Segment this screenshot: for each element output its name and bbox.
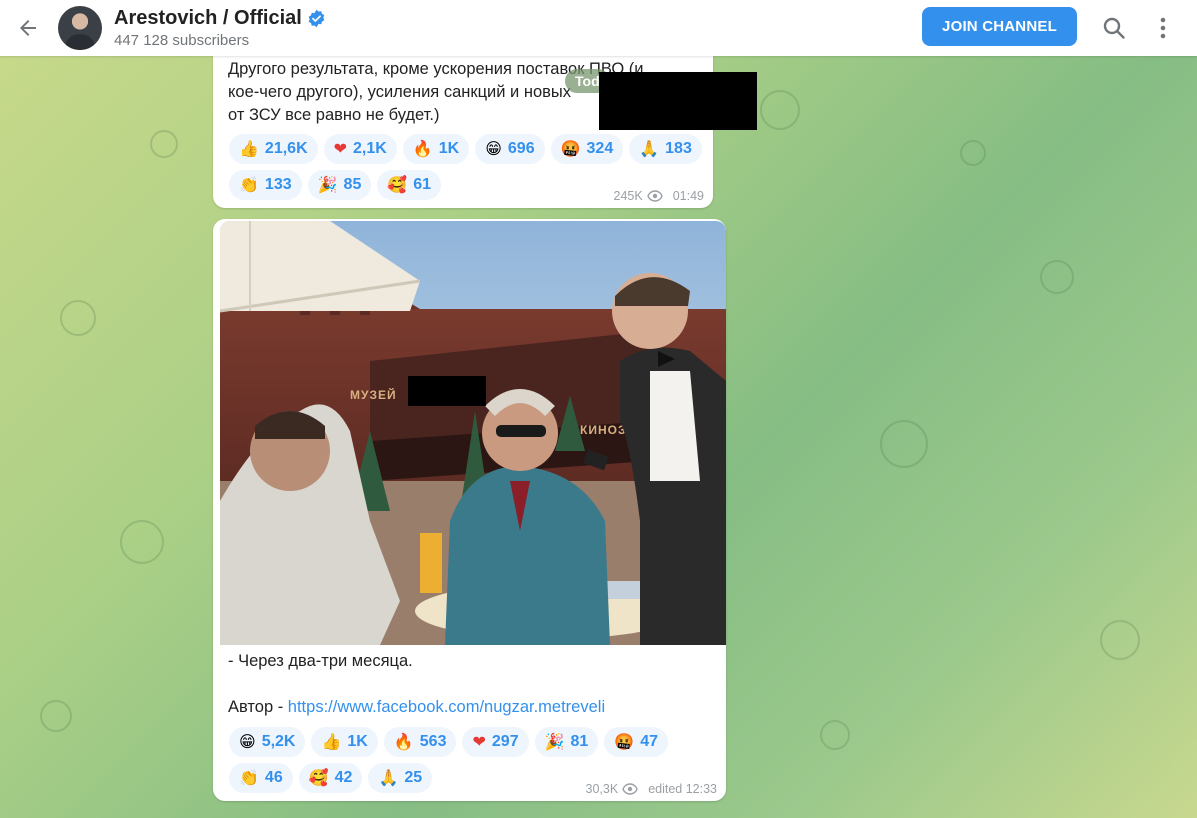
reaction-count: 2,1K xyxy=(353,140,387,157)
reaction-emoji: 🙏 xyxy=(639,139,660,158)
reaction-chip[interactable]: ❤ 297 xyxy=(462,727,529,757)
reaction-count: 297 xyxy=(491,733,519,750)
reaction-count: 563 xyxy=(419,733,447,750)
reaction-chip[interactable]: 🔥 1K xyxy=(402,134,470,164)
reaction-emoji: 🥰 xyxy=(308,768,329,787)
reaction-count: 183 xyxy=(665,140,692,157)
subscriber-count: 447 128 subscribers xyxy=(114,32,250,49)
channel-info[interactable]: Arestovich / Official 447 128 subscriber… xyxy=(114,7,326,49)
eye-icon xyxy=(622,783,638,795)
author-line: Автор - https://www.facebook.com/nugzar.… xyxy=(228,696,708,719)
reaction-chip[interactable]: 🔥 563 xyxy=(383,727,457,757)
reaction-emoji: 🙏 xyxy=(378,768,399,787)
reaction-emoji: ❤ xyxy=(472,732,486,751)
reaction-chip[interactable]: 👏 46 xyxy=(229,763,293,793)
view-count: 245K xyxy=(613,189,643,203)
reaction-chip[interactable]: 👍 21,6K xyxy=(229,134,318,164)
reaction-chip[interactable]: 🎉 81 xyxy=(534,727,599,757)
reaction-emoji: 🤬 xyxy=(614,732,635,751)
reaction-count: 21,6K xyxy=(264,140,308,157)
caption-text: - Через два-три месяца. xyxy=(228,652,413,670)
reaction-emoji: 🎉 xyxy=(544,732,565,751)
reaction-count: 5,2K xyxy=(261,733,296,750)
reaction-emoji: ❤ xyxy=(333,139,348,158)
reaction-count: 1K xyxy=(438,140,460,157)
reaction-chip[interactable]: 🥰 42 xyxy=(298,763,363,793)
reaction-chip[interactable]: ❤ 2,1K xyxy=(323,134,397,164)
reaction-emoji: 🎉 xyxy=(317,175,338,194)
reaction-chip[interactable]: 👏 133 xyxy=(229,170,302,200)
reaction-count: 46 xyxy=(264,769,283,786)
reaction-count: 42 xyxy=(334,769,353,786)
reaction-emoji: 🔥 xyxy=(412,139,433,158)
search-icon xyxy=(1103,17,1125,39)
search-button[interactable] xyxy=(1098,12,1130,44)
reaction-count: 1K xyxy=(347,733,368,750)
reaction-count: 61 xyxy=(413,176,432,193)
message-caption: - Через два-три месяца. Автор - https://… xyxy=(228,650,708,719)
reaction-count: 696 xyxy=(507,140,535,157)
reaction-chip[interactable]: 😁 696 xyxy=(475,134,545,164)
author-label: Автор - xyxy=(228,698,288,716)
author-link[interactable]: https://www.facebook.com/nugzar.metrevel… xyxy=(288,698,605,716)
reaction-emoji: 🤬 xyxy=(560,139,581,158)
view-count: 30,3K xyxy=(585,782,619,796)
message-time: 01:49 xyxy=(672,189,704,203)
more-options-button[interactable] xyxy=(1149,12,1177,44)
reaction-chip[interactable]: 🎉 85 xyxy=(307,170,372,200)
channel-avatar[interactable] xyxy=(58,6,102,50)
reaction-count: 85 xyxy=(343,176,362,193)
message-bubble: МУЗЕЙ КИНОЗАЛ - Через два-три месяца. Ав… xyxy=(213,219,726,801)
message-meta: 245K 01:49 xyxy=(614,189,704,203)
verified-badge-icon xyxy=(308,9,325,28)
reaction-emoji: 😁 xyxy=(485,139,502,158)
more-vertical-icon xyxy=(1160,17,1166,39)
reaction-emoji: 👏 xyxy=(239,768,259,787)
chat-header: Arestovich / Official 447 128 subscriber… xyxy=(0,0,1197,56)
reaction-emoji: 😁 xyxy=(239,732,256,751)
message-photo[interactable]: МУЗЕЙ КИНОЗАЛ xyxy=(220,221,726,645)
channel-title: Arestovich / Official xyxy=(114,7,302,29)
reaction-chip[interactable]: 🙏 183 xyxy=(629,134,702,164)
reaction-chip[interactable]: 😁 5,2K xyxy=(229,727,306,757)
message-meta: 30,3K edited 12:33 xyxy=(586,782,717,796)
reaction-chip[interactable]: 🤬 47 xyxy=(604,727,669,757)
reaction-count: 324 xyxy=(586,140,614,157)
eye-icon xyxy=(646,190,663,202)
reaction-emoji: 👍 xyxy=(321,732,342,751)
reaction-count: 81 xyxy=(570,733,589,750)
photo-illustration: МУЗЕЙ КИНОЗАЛ xyxy=(220,221,726,645)
redaction-box xyxy=(599,72,757,130)
reaction-count: 25 xyxy=(404,769,423,786)
photo-sign-left: МУЗЕЙ xyxy=(350,387,397,402)
reaction-emoji: 👏 xyxy=(239,175,259,194)
back-button[interactable] xyxy=(0,0,56,56)
reaction-chip[interactable]: 🥰 61 xyxy=(377,170,442,200)
reaction-chip[interactable]: 🙏 25 xyxy=(368,763,433,793)
join-channel-button[interactable]: JOIN CHANNEL xyxy=(922,7,1077,46)
arrow-left-icon xyxy=(20,20,36,36)
reaction-chip[interactable]: 🤬 324 xyxy=(550,134,624,164)
message-time: edited 12:33 xyxy=(648,782,717,796)
reaction-emoji: 🔥 xyxy=(393,732,414,751)
reaction-count: 47 xyxy=(640,733,659,750)
reaction-chip[interactable]: 👍 1K xyxy=(311,727,378,757)
redaction-box xyxy=(408,376,486,406)
reaction-count: 133 xyxy=(264,176,292,193)
reaction-emoji: 👍 xyxy=(239,139,259,158)
reaction-emoji: 🥰 xyxy=(387,175,408,194)
